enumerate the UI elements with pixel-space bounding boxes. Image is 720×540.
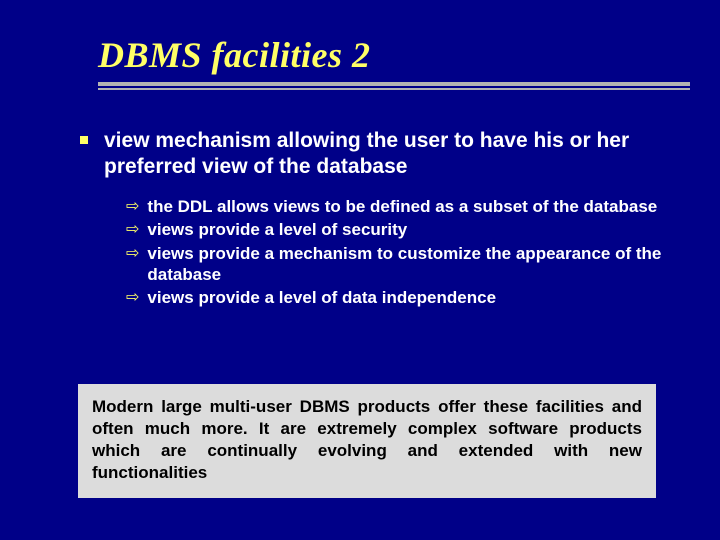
summary-box: Modern large multi-user DBMS products of… bbox=[78, 384, 656, 498]
arrow-icon: ⇨ bbox=[126, 288, 139, 307]
slide-title: DBMS facilities 2 bbox=[98, 34, 371, 76]
sub-bullet-item: ⇨ views provide a level of data independ… bbox=[126, 287, 686, 308]
sub-bullet-list: ⇨ the DDL allows views to be defined as … bbox=[126, 196, 686, 310]
arrow-icon: ⇨ bbox=[126, 244, 139, 263]
square-bullet-icon bbox=[80, 136, 88, 144]
arrow-icon: ⇨ bbox=[126, 197, 139, 216]
main-bullet: view mechanism allowing the user to have… bbox=[80, 128, 680, 179]
sub-bullet-item: ⇨ views provide a level of security bbox=[126, 219, 686, 240]
arrow-icon: ⇨ bbox=[126, 220, 139, 239]
main-bullet-text: view mechanism allowing the user to have… bbox=[104, 128, 680, 179]
summary-text: Modern large multi-user DBMS products of… bbox=[92, 396, 642, 484]
sub-bullet-text: views provide a level of data independen… bbox=[147, 287, 496, 308]
sub-bullet-text: the DDL allows views to be defined as a … bbox=[147, 196, 657, 217]
underline-bar-thick bbox=[98, 82, 690, 86]
title-underline bbox=[98, 82, 690, 90]
sub-bullet-item: ⇨ the DDL allows views to be defined as … bbox=[126, 196, 686, 217]
sub-bullet-text: views provide a mechanism to customize t… bbox=[147, 243, 686, 286]
underline-bar-thin bbox=[98, 88, 690, 90]
sub-bullet-item: ⇨ views provide a mechanism to customize… bbox=[126, 243, 686, 286]
sub-bullet-text: views provide a level of security bbox=[147, 219, 407, 240]
